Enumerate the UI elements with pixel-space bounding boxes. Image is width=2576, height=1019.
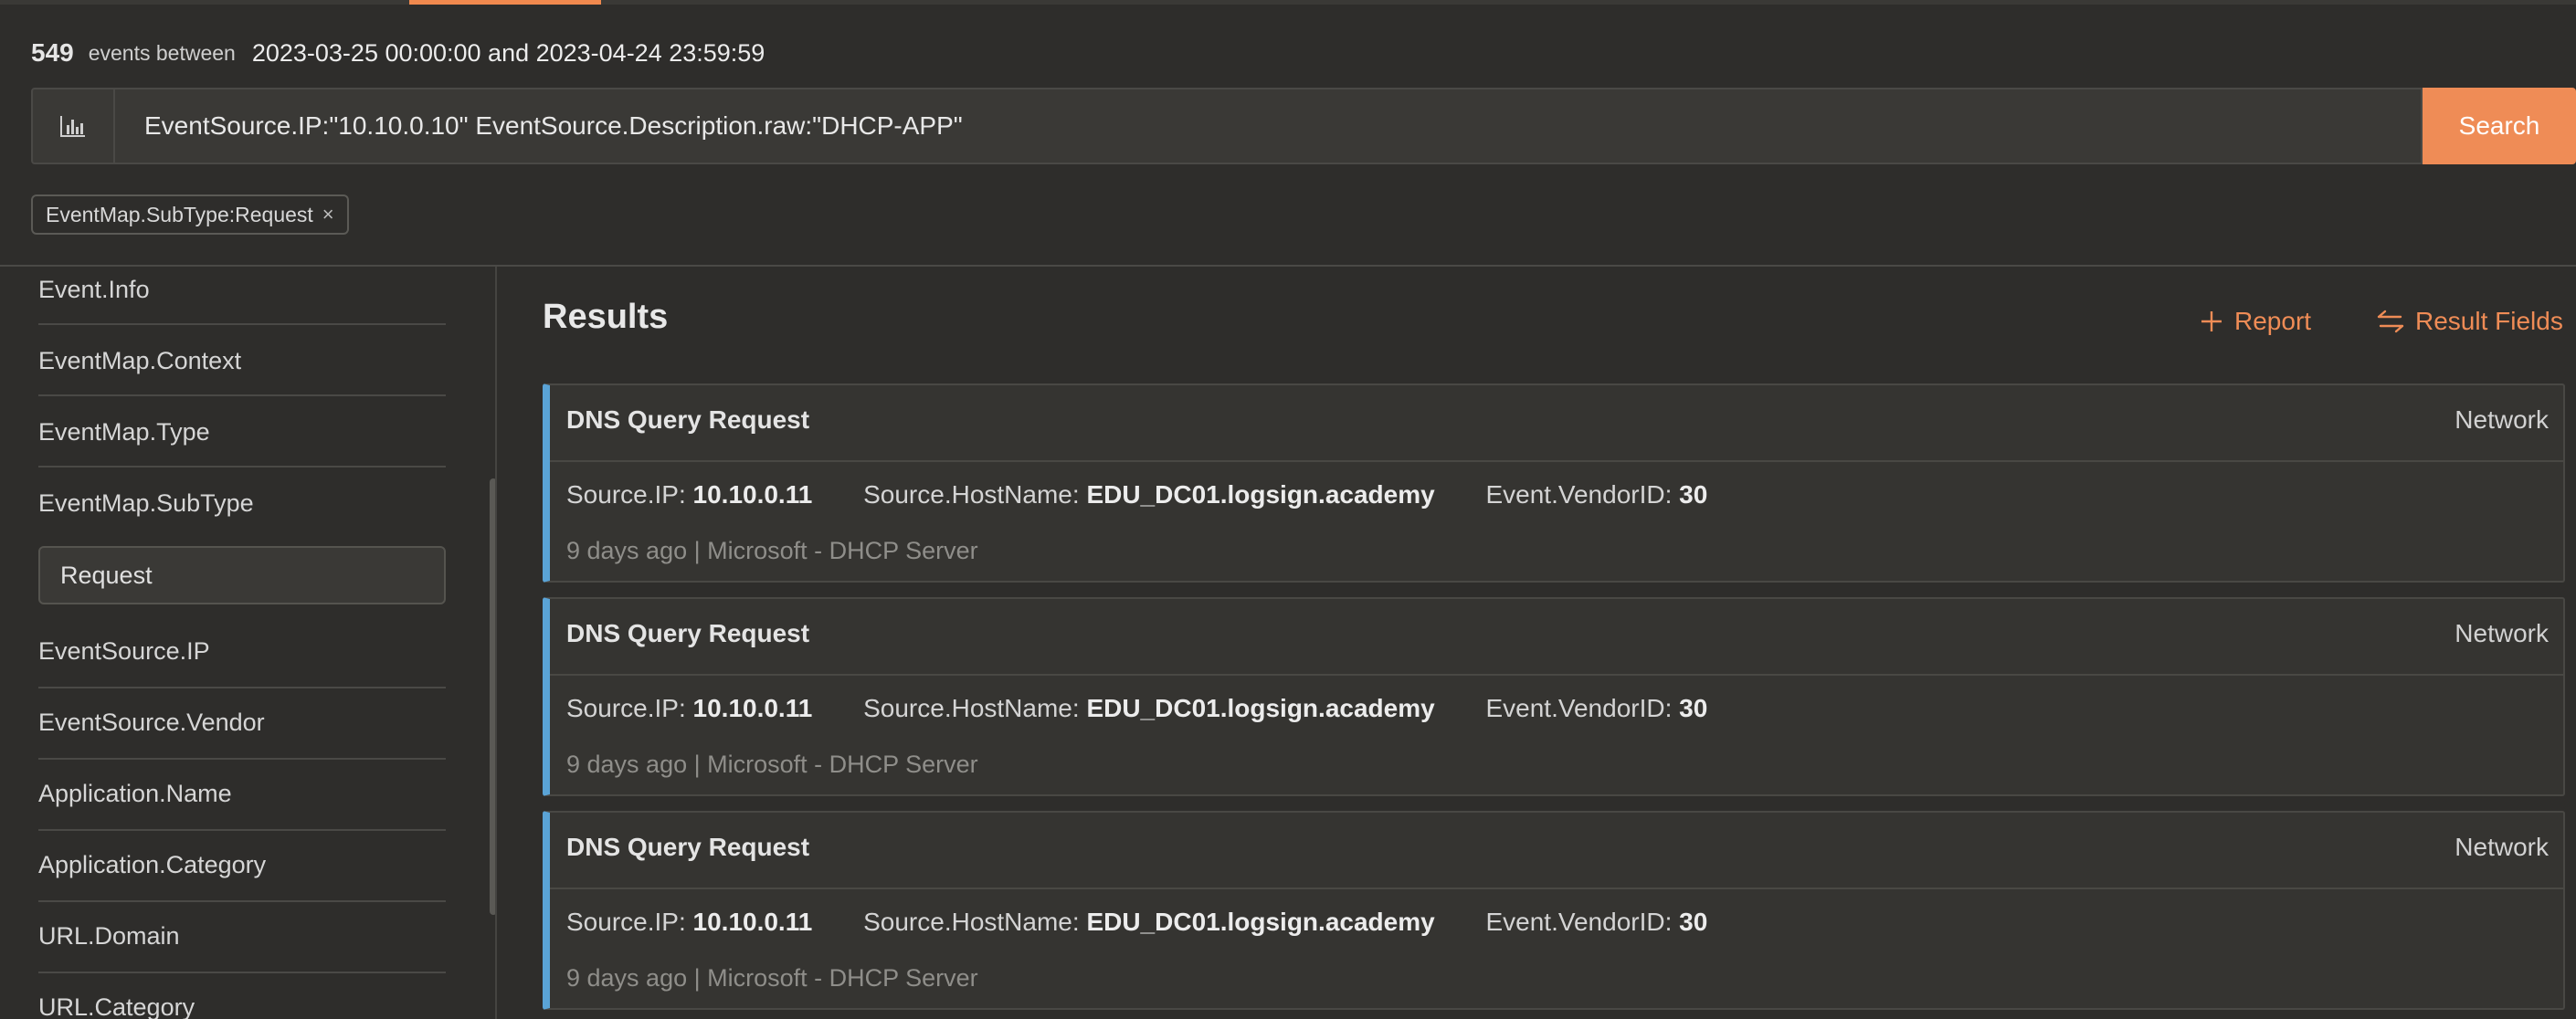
result-card-fields: Source.IP: 10.10.0.11 Source.HostName: E… <box>566 694 1707 723</box>
result-fields-button[interactable]: Result Fields <box>2377 307 2563 336</box>
field-key: Event.VendorID: <box>1485 908 1673 936</box>
field-value[interactable]: EDU_DC01.logsign.academy <box>1086 908 1434 936</box>
field-value[interactable]: 10.10.0.11 <box>693 908 813 936</box>
sidebar-item-application-category[interactable]: Application.Category <box>38 851 446 879</box>
sidebar-item-event-info[interactable]: Event.Info <box>38 276 446 304</box>
result-fields-label: Result Fields <box>2415 307 2563 335</box>
sidebar-item-url-category[interactable]: URL.Category <box>38 993 446 1019</box>
divider <box>38 972 446 973</box>
result-card-header: DNS Query Request Network <box>550 385 2563 462</box>
field-key: Source.IP: <box>566 908 686 936</box>
result-card-title[interactable]: DNS Query Request <box>566 405 809 435</box>
divider <box>38 394 446 396</box>
field-value[interactable]: 10.10.0.11 <box>693 480 813 509</box>
field-key: Event.VendorID: <box>1485 694 1673 722</box>
field-key: Event.VendorID: <box>1485 480 1673 509</box>
divider <box>38 323 446 325</box>
sidebar-item-eventsource-ip[interactable]: EventSource.IP <box>38 637 446 666</box>
result-card-header: DNS Query Request Network <box>550 599 2563 676</box>
sidebar-item-url-domain[interactable]: URL.Domain <box>38 922 446 951</box>
result-card-title[interactable]: DNS Query Request <box>566 833 809 862</box>
sidebar-item-application-name[interactable]: Application.Name <box>38 780 446 808</box>
divider <box>38 687 446 688</box>
sidebar-item-eventmap-context[interactable]: EventMap.Context <box>38 347 446 375</box>
events-between-label: events between <box>88 40 236 65</box>
search-bar: Search <box>31 88 2576 164</box>
bar-chart-icon <box>60 116 85 137</box>
sidebar-item-eventmap-subtype[interactable]: EventMap.SubType <box>38 489 446 518</box>
divider <box>38 900 446 902</box>
subtype-value-input[interactable] <box>38 546 446 604</box>
result-card-title[interactable]: DNS Query Request <box>566 619 809 648</box>
results-panel: Results Report Result Fields DNS Query R… <box>499 267 2576 1019</box>
result-card-category: Network <box>2455 833 2549 861</box>
plus-icon <box>2201 311 2222 331</box>
field-sidebar: Event.Info EventMap.Context EventMap.Typ… <box>0 267 497 1019</box>
top-rule <box>0 0 2576 5</box>
sidebar-item-eventmap-type[interactable]: EventMap.Type <box>38 418 446 446</box>
result-card-meta: 9 days ago | Microsoft - DHCP Server <box>566 964 978 992</box>
field-value[interactable]: EDU_DC01.logsign.academy <box>1086 480 1434 509</box>
event-summary: 549 events between 2023-03-25 00:00:00 a… <box>31 37 765 69</box>
search-query-input[interactable] <box>115 88 2423 164</box>
divider <box>38 829 446 831</box>
divider <box>38 466 446 467</box>
chart-toggle-button[interactable] <box>31 88 115 164</box>
report-button[interactable]: Report <box>2200 307 2311 336</box>
results-title: Results <box>543 298 669 336</box>
result-card[interactable]: DNS Query Request Network Source.IP: 10.… <box>543 811 2565 1010</box>
field-value[interactable]: EDU_DC01.logsign.academy <box>1086 694 1434 722</box>
field-value[interactable]: 30 <box>1679 908 1707 936</box>
field-key: Source.HostName: <box>863 908 1080 936</box>
result-card-header: DNS Query Request Network <box>550 813 2563 889</box>
divider <box>38 758 446 760</box>
field-value[interactable]: 30 <box>1679 694 1707 722</box>
result-card-meta: 9 days ago | Microsoft - DHCP Server <box>566 537 978 564</box>
field-value[interactable]: 10.10.0.11 <box>693 694 813 722</box>
result-card-fields: Source.IP: 10.10.0.11 Source.HostName: E… <box>566 480 1707 510</box>
sidebar-item-eventsource-vendor[interactable]: EventSource.Vendor <box>38 709 446 737</box>
report-button-label: Report <box>2234 307 2312 335</box>
result-card[interactable]: DNS Query Request Network Source.IP: 10.… <box>543 597 2565 796</box>
field-value[interactable]: 30 <box>1679 480 1707 509</box>
search-button[interactable]: Search <box>2423 88 2576 164</box>
result-card-fields: Source.IP: 10.10.0.11 Source.HostName: E… <box>566 908 1707 937</box>
result-card-meta: 9 days ago | Microsoft - DHCP Server <box>566 751 978 778</box>
filter-chip[interactable]: EventMap.SubType:Request × <box>31 194 349 235</box>
field-key: Source.HostName: <box>863 480 1080 509</box>
result-card-category: Network <box>2455 619 2549 647</box>
date-range[interactable]: 2023-03-25 00:00:00 and 2023-04-24 23:59… <box>252 39 765 68</box>
result-card-category: Network <box>2455 405 2549 434</box>
field-key: Source.IP: <box>566 694 686 722</box>
active-tab-indicator <box>409 0 601 5</box>
swap-arrows-icon <box>2377 310 2404 333</box>
sidebar-scrollbar[interactable] <box>490 478 495 915</box>
field-key: Source.HostName: <box>863 694 1080 722</box>
field-key: Source.IP: <box>566 480 686 509</box>
event-count: 549 <box>31 38 74 67</box>
close-icon[interactable]: × <box>322 203 334 226</box>
result-card[interactable]: DNS Query Request Network Source.IP: 10.… <box>543 383 2565 583</box>
filter-chip-label: EventMap.SubType:Request <box>46 202 313 226</box>
